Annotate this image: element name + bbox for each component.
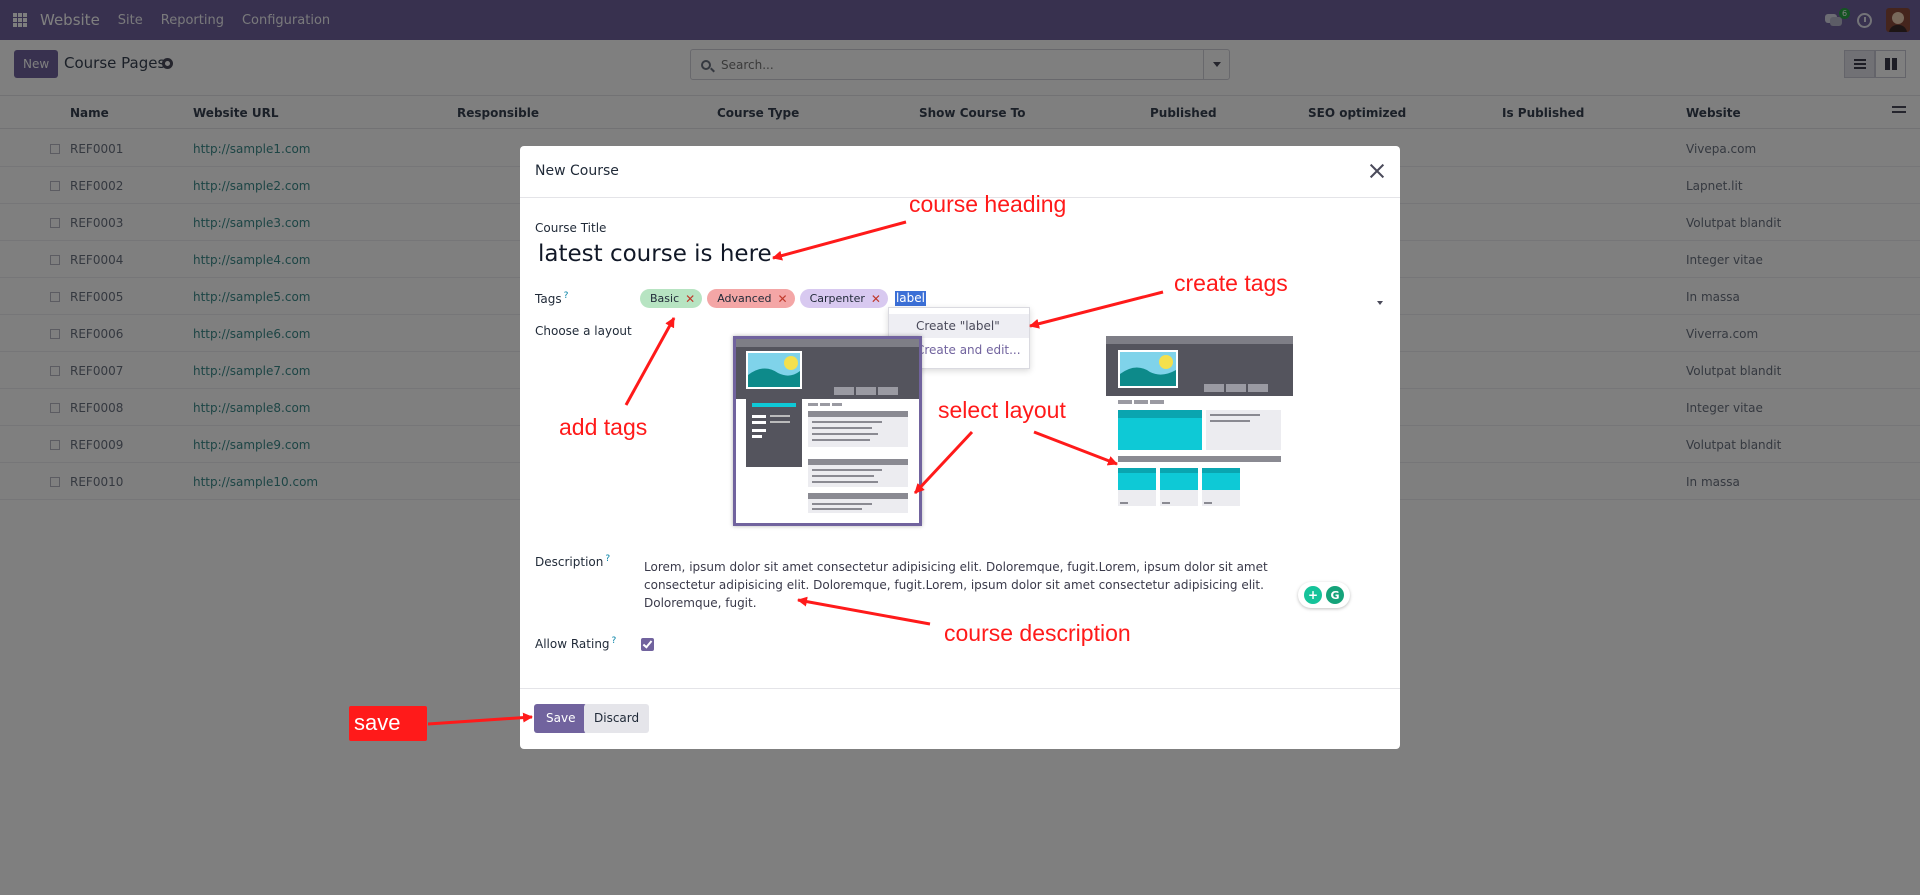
arrow-select-layout-2 [1033,430,1118,466]
arrow-select-layout-1 [913,430,974,495]
arrow-course-heading [772,220,907,261]
arrow-save [427,712,533,726]
arrow-course-description [797,596,931,626]
arrow-add-tags [624,317,676,406]
annotation-arrows [427,220,1164,726]
arrow-create-tags [1029,290,1164,329]
